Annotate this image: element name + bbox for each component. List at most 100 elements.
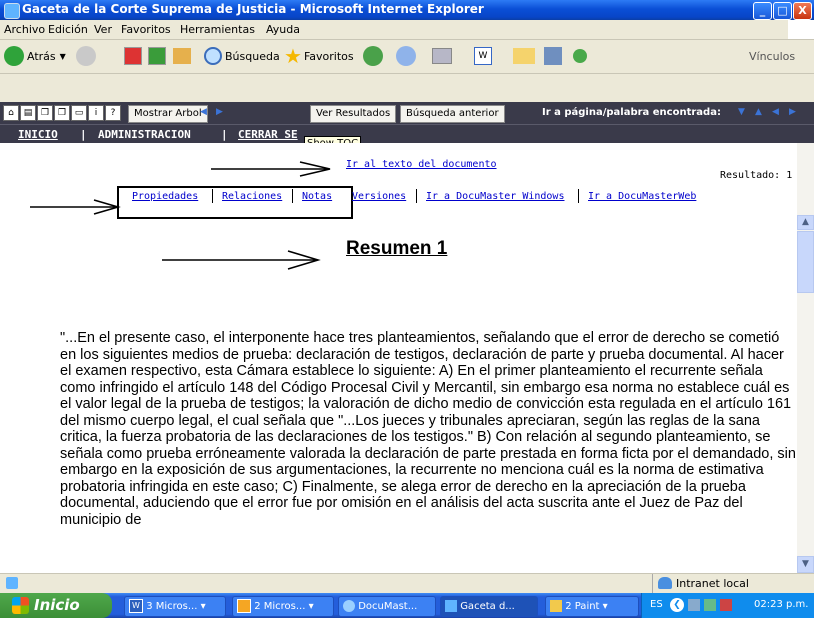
taskbar-item-documaster[interactable]: DocuMast... [338, 596, 436, 617]
forward-button[interactable] [76, 45, 99, 67]
tray-expand-icon[interactable]: ❮ [670, 598, 684, 612]
left-arrow-icon[interactable]: ◀ [772, 107, 779, 117]
page-icon [6, 577, 18, 589]
links-text: Vínculos [749, 49, 796, 63]
taskbar-item-gaceta[interactable]: Gaceta d... [440, 596, 538, 617]
favorites-button[interactable]: ★ Favoritos [284, 44, 354, 68]
network-icon-2[interactable] [704, 599, 716, 611]
scroll-thumb[interactable] [797, 231, 814, 293]
first-arrow-icon[interactable]: ▼ [738, 107, 745, 117]
home-icon[interactable]: ⌂ [3, 105, 19, 121]
menu-ver[interactable]: Ver [94, 23, 112, 36]
menu-favoritos[interactable]: Favoritos [121, 23, 171, 36]
status-bar: Intranet local [0, 573, 814, 593]
windows-logo-icon [788, 20, 814, 39]
research-button[interactable] [544, 45, 562, 67]
stop-button[interactable] [124, 45, 142, 67]
documaster-windows-link[interactable]: Ir a DocuMaster Windows [426, 191, 564, 202]
relations-link[interactable]: Relaciones [222, 191, 282, 202]
nav-administracion[interactable]: ADMINISTRACION [98, 128, 191, 141]
refresh-button[interactable] [148, 45, 166, 67]
view-results-button[interactable]: Ver Resultados [310, 105, 397, 123]
back-arrow-icon [4, 46, 24, 66]
home-button[interactable] [173, 45, 191, 67]
research-icon [544, 47, 562, 65]
title-bar: Gaceta de la Corte Suprema de Justicia -… [0, 0, 814, 20]
security-icon[interactable] [720, 599, 732, 611]
nav-cerrar-sesion[interactable]: CERRAR SE [238, 128, 298, 141]
start-button[interactable]: Inicio [0, 593, 112, 618]
back-button[interactable]: Atrás ▼ [4, 45, 66, 67]
window-title: Gaceta de la Corte Suprema de Justicia -… [22, 2, 484, 16]
copy-icon[interactable]: ❐ [37, 105, 53, 121]
print-icon[interactable]: ▤ [20, 105, 36, 121]
link-separator [212, 189, 213, 203]
properties-link[interactable]: Propiedades [132, 191, 198, 202]
menu-archivo[interactable]: Archivo [4, 23, 45, 36]
outlook-icon [237, 599, 251, 613]
links-label[interactable]: Vínculos [749, 45, 795, 67]
goto-document-text-link[interactable]: Ir al texto del documento [346, 159, 497, 170]
scroll-up-icon[interactable]: ▲ [797, 215, 814, 230]
right-arrow-icon[interactable]: ▶ [789, 107, 796, 117]
browser-toolbar: Atrás ▼ Búsqueda ★ Favoritos W Vínculos [0, 40, 814, 74]
previous-search-button[interactable]: Búsqueda anterior [400, 105, 505, 123]
back-label: Atrás [27, 49, 56, 63]
versions-link[interactable]: Versiones [352, 191, 406, 202]
document-icon[interactable]: ▭ [71, 105, 87, 121]
ie-icon [4, 3, 20, 19]
messenger-button[interactable] [573, 45, 590, 67]
menu-bar: Archivo Edición Ver Favoritos Herramient… [0, 20, 814, 40]
home-icon [173, 48, 191, 64]
network-icon[interactable] [688, 599, 700, 611]
show-tree-button[interactable]: Mostrar Arbol [128, 105, 208, 123]
taskbar-item-word[interactable]: W 3 Micros... ▾ [124, 596, 226, 617]
search-label: Búsqueda [225, 49, 280, 63]
language-indicator[interactable]: ES [650, 599, 663, 610]
menu-herramientas[interactable]: Herramientas [180, 23, 255, 36]
intranet-icon [658, 577, 672, 589]
task-label: 3 Micros... [146, 601, 198, 612]
paste-icon[interactable]: ❐ [54, 105, 70, 121]
media-button[interactable] [363, 45, 386, 67]
minimize-button[interactable]: _ [753, 2, 772, 20]
up-arrow-icon[interactable]: ▲ [755, 107, 762, 117]
nav-inicio[interactable]: INICIO [18, 128, 58, 141]
menu-ayuda[interactable]: Ayuda [266, 23, 300, 36]
notes-link[interactable]: Notas [302, 191, 332, 202]
goto-label: Ir a página/palabra encontrada: [542, 107, 721, 118]
close-button[interactable]: X [793, 2, 812, 20]
nav-sep: | [80, 128, 87, 141]
info-icon[interactable]: i [88, 105, 104, 121]
next-arrow-icon[interactable]: ▶ [216, 107, 223, 117]
folder-button[interactable] [513, 45, 535, 67]
prev-arrow-icon[interactable]: ◀ [200, 107, 207, 117]
messenger-icon [573, 49, 587, 63]
print-icon [432, 48, 452, 64]
taskbar-item-paint[interactable]: 2 Paint ▾ [545, 596, 639, 617]
app-toolbar: ⌂ ▤ ❐ ❐ ▭ i ? Mostrar Arbol ◀ ▶ Ver Resu… [0, 102, 814, 124]
documaster-icon [343, 600, 355, 612]
summary-text: "...En el presente caso, el interponente… [60, 330, 796, 528]
menu-edicion[interactable]: Edición [48, 23, 88, 36]
star-icon: ★ [284, 44, 302, 68]
history-button[interactable] [396, 45, 419, 67]
dropdown-arrow-icon: ▼ [59, 51, 66, 61]
word-icon: W [129, 599, 143, 613]
search-button[interactable]: Búsqueda [204, 45, 280, 67]
link-separator [416, 189, 417, 203]
maximize-button[interactable]: □ [773, 2, 792, 20]
status-divider [652, 574, 653, 593]
search-icon [204, 47, 222, 65]
help-icon[interactable]: ? [105, 105, 121, 121]
start-label: Inicio [34, 596, 80, 614]
taskbar-item-outlook[interactable]: 2 Micros... ▾ [232, 596, 334, 617]
link-separator [578, 189, 579, 203]
documaster-web-link[interactable]: Ir a DocuMasterWeb [588, 191, 696, 202]
edit-button[interactable]: W [474, 45, 492, 67]
favorites-label: Favoritos [303, 49, 354, 63]
refresh-icon [148, 47, 166, 65]
scroll-down-icon[interactable]: ▼ [797, 556, 814, 573]
mail-button[interactable] [432, 45, 452, 67]
vertical-scrollbar[interactable]: ▲ ▼ [797, 143, 814, 573]
